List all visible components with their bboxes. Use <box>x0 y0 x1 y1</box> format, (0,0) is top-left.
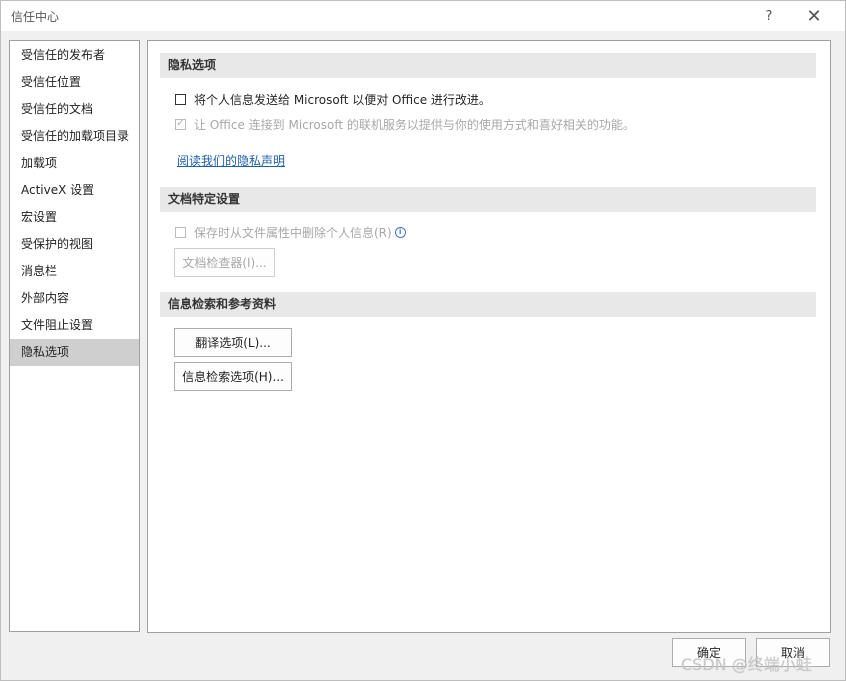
sidebar-item-file-block-settings[interactable]: 文件阻止设置 <box>10 312 139 339</box>
connected-services-option: ✓ 让 Office 连接到 Microsoft 的联机服务以提供与你的使用方式… <box>175 116 635 132</box>
close-button[interactable]: ✕ <box>798 3 830 29</box>
remove-personal-info-checkbox <box>175 226 186 238</box>
help-icon: ? <box>765 8 773 24</box>
document-inspector-button: 文档检查器(I)... <box>174 248 275 277</box>
connected-services-label: 让 Office 连接到 Microsoft 的联机服务以提供与你的使用方式和喜… <box>194 117 635 132</box>
sidebar-item-trusted-documents[interactable]: 受信任的文档 <box>10 96 139 123</box>
sidebar-item-protected-view[interactable]: 受保护的视图 <box>10 231 139 258</box>
document-section-header: 文档特定设置 <box>160 187 816 212</box>
sidebar-item-message-bar[interactable]: 消息栏 <box>10 258 139 285</box>
sidebar-item-external-content[interactable]: 外部内容 <box>10 285 139 312</box>
send-personal-info-label: 将个人信息发送给 Microsoft 以便对 Office 进行改进。 <box>194 92 491 107</box>
remove-personal-info-label: 保存时从文件属性中删除个人信息(R) <box>194 225 392 240</box>
sidebar-item-privacy-options[interactable]: 隐私选项 <box>10 339 139 366</box>
trust-center-dialog: 信任中心 ? ✕ 受信任的发布者 受信任位置 受信任的文档 受信任的加载项目录 … <box>0 0 846 681</box>
close-icon: ✕ <box>806 5 822 27</box>
dialog-title: 信任中心 <box>11 10 60 24</box>
checkmark-icon: ✓ <box>176 118 185 129</box>
research-section-header: 信息检索和参考资料 <box>160 292 816 317</box>
sidebar-item-activex-settings[interactable]: ActiveX 设置 <box>10 177 139 204</box>
sidebar-item-trusted-publishers[interactable]: 受信任的发布者 <box>10 42 139 69</box>
sidebar-item-addins[interactable]: 加载项 <box>10 150 139 177</box>
help-button[interactable]: ? <box>753 3 785 29</box>
settings-panel: 隐私选项 将个人信息发送给 Microsoft 以便对 Office 进行改进。… <box>147 40 831 633</box>
send-personal-info-checkbox[interactable] <box>175 93 186 105</box>
title-bar: 信任中心 ? ✕ <box>1 1 845 31</box>
privacy-section-header: 隐私选项 <box>160 53 816 78</box>
category-sidebar: 受信任的发布者 受信任位置 受信任的文档 受信任的加载项目录 加载项 Activ… <box>9 40 140 632</box>
remove-personal-info-option: 保存时从文件属性中删除个人信息(R) i <box>175 224 406 240</box>
sidebar-item-macro-settings[interactable]: 宏设置 <box>10 204 139 231</box>
privacy-statement-link[interactable]: 阅读我们的隐私声明 <box>177 152 285 169</box>
sidebar-item-trusted-addin-catalogs[interactable]: 受信任的加载项目录 <box>10 123 139 150</box>
translation-options-button[interactable]: 翻译选项(L)... <box>174 328 292 357</box>
send-personal-info-option[interactable]: 将个人信息发送给 Microsoft 以便对 Office 进行改进。 <box>175 91 491 107</box>
watermark: CSDN @终端小蛙 <box>681 655 812 674</box>
research-options-button[interactable]: 信息检索选项(H)... <box>174 362 292 391</box>
connected-services-checkbox: ✓ <box>175 118 186 130</box>
sidebar-item-trusted-locations[interactable]: 受信任位置 <box>10 69 139 96</box>
info-icon[interactable]: i <box>394 226 406 238</box>
